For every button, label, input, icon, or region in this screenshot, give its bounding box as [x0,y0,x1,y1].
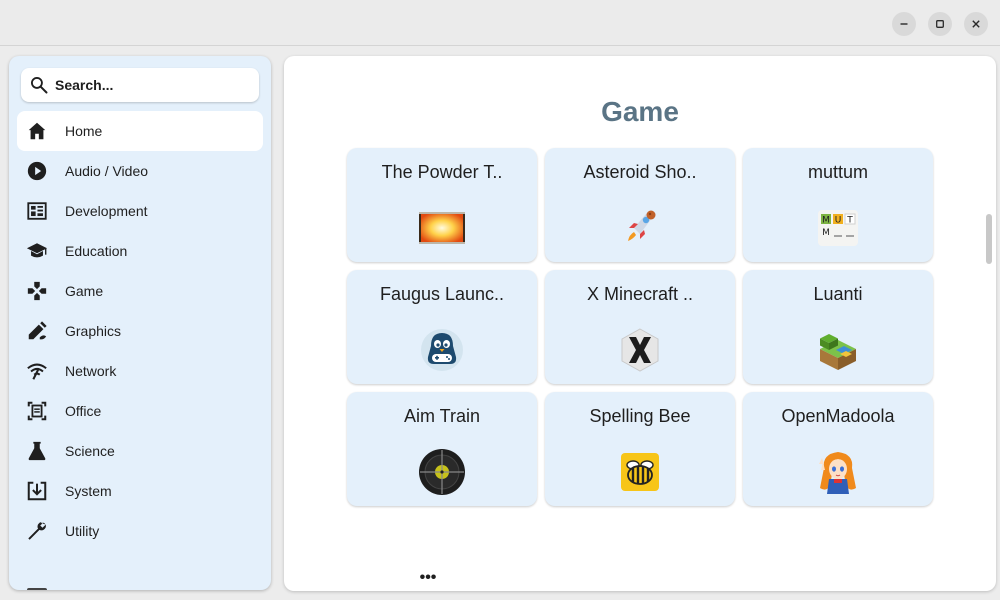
search-box[interactable] [21,68,259,102]
gamepad-icon [25,279,49,303]
faugus-penguin-icon [418,326,466,374]
app-title: X Minecraft .. [586,284,694,304]
main-content: Game The Powder T.. Asteroid Sho.. muttu… [284,56,996,591]
sidebar-item-system[interactable]: System [17,471,263,511]
app-card[interactable]: The Powder T.. [347,148,537,262]
play-circle-icon [25,159,49,183]
app-card[interactable]: Aim Train [347,392,537,506]
sidebar-item-game[interactable]: Game [17,271,263,311]
sidebar-item-label: Game [65,283,104,299]
app-title: Aim Train [403,406,481,426]
graduation-cap-icon [25,239,49,263]
category-nav: Home Audio / Video Development Education… [17,111,263,551]
app-title: Spelling Bee [589,406,691,426]
app-title: Asteroid Sho.. [583,162,697,182]
scrollbar[interactable] [986,214,992,264]
luanti-block-icon [814,326,862,374]
paint-brush-icon [25,319,49,343]
app-card[interactable]: Faugus Launc.. [347,270,537,384]
app-card[interactable]: Spelling Bee [545,392,735,506]
maximize-button[interactable] [928,12,952,36]
sidebar-item-education[interactable]: Education [17,231,263,271]
development-icon [25,199,49,223]
sidebar-item-home[interactable]: Home [17,111,263,151]
sidebar-item-label: Office [65,403,102,419]
app-title: OpenMadoola [781,406,895,426]
sidebar-item-label: Graphics [65,323,122,339]
rocket-icon [616,204,664,252]
close-button[interactable] [964,12,988,36]
svg-text:M: M [822,216,830,226]
app-card[interactable]: Luanti [743,270,933,384]
svg-text:T: T [846,216,853,226]
sidebar-item-graphics[interactable]: Graphics [17,311,263,351]
search-icon [30,77,48,94]
system-download-icon [25,479,49,503]
page-title: Game [601,96,679,127]
more-button[interactable]: ••• [418,570,438,586]
document-scan-icon [25,399,49,423]
home-icon [25,119,49,143]
close-icon [972,20,980,28]
crosshair-icon [418,448,466,496]
app-card[interactable]: X Minecraft .. [545,270,735,384]
sidebar-item-label: Science [65,443,115,459]
sidebar-item-science[interactable]: Science [17,431,263,471]
madoola-character-icon [814,448,862,496]
sidebar-item-utility[interactable]: Utility [17,511,263,551]
wrench-icon [25,519,49,543]
maximize-icon [936,20,944,28]
minimize-icon [900,23,908,25]
title-bar [0,0,1000,46]
app-title: muttum [807,162,868,182]
sidebar-overflow-indicator [27,588,47,590]
sidebar-item-label: Audio / Video [65,163,149,179]
app-title: The Powder T.. [381,162,503,182]
minimize-button[interactable] [892,12,916,36]
app-title: Luanti [813,284,863,304]
sidebar-item-label: Network [65,363,117,379]
sidebar: Home Audio / Video Development Education… [9,56,271,590]
x-minecraft-icon [616,326,664,374]
flask-icon [25,439,49,463]
app-card[interactable]: muttum M U T M [743,148,933,262]
search-input[interactable] [55,77,255,93]
app-title: Faugus Launc.. [379,284,505,304]
app-grid: The Powder T.. Asteroid Sho.. muttum M U… [347,148,933,506]
powder-toy-icon [418,204,466,252]
wifi-icon [25,359,49,383]
sidebar-item-network[interactable]: Network [17,351,263,391]
sidebar-item-development[interactable]: Development [17,191,263,231]
bee-icon [616,448,664,496]
muttum-letters-icon: M U T M [814,204,862,252]
svg-text:M: M [822,228,830,238]
sidebar-item-label: Development [65,203,148,219]
svg-text:U: U [835,216,842,226]
sidebar-item-label: Education [65,243,128,259]
sidebar-item-audio-video[interactable]: Audio / Video [17,151,263,191]
app-card[interactable]: Asteroid Sho.. [545,148,735,262]
sidebar-item-label: Utility [65,523,100,539]
sidebar-item-label: System [65,483,112,499]
sidebar-item-label: Home [65,123,103,139]
app-card[interactable]: OpenMadoola [743,392,933,506]
sidebar-item-office[interactable]: Office [17,391,263,431]
